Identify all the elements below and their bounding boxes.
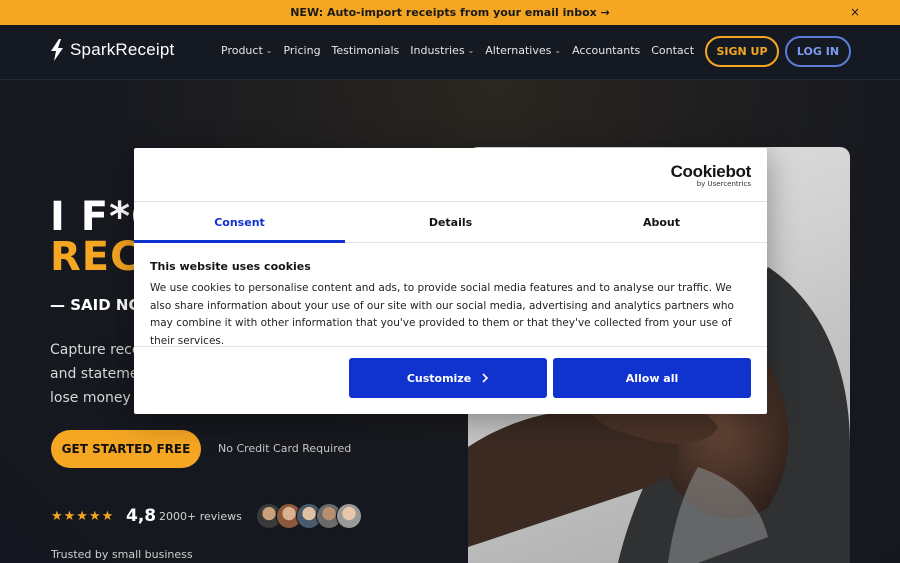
bolt-icon (51, 39, 63, 61)
cookie-title: This website uses cookies (150, 260, 311, 273)
rating-value: 4,8 (126, 506, 157, 526)
main-nav: Product ⌄ Pricing Testimonials Industries… (221, 44, 694, 57)
tab-consent[interactable]: Consent (134, 202, 345, 243)
get-started-button[interactable]: GET STARTED FREE (51, 430, 201, 468)
nav-item-industries[interactable]: Industries ⌄ (410, 44, 474, 57)
nav-item-accountants[interactable]: Accountants (572, 44, 640, 57)
reviewer-avatars (256, 503, 362, 529)
hero-said: — SAID NO (50, 296, 142, 314)
reviews-count: 2000+ reviews (159, 510, 242, 523)
signup-button[interactable]: SIGN UP (705, 36, 779, 67)
chevron-down-icon: ⌄ (554, 46, 562, 55)
customize-button[interactable]: Customize (349, 358, 547, 398)
nav-item-alternatives[interactable]: Alternatives ⌄ (485, 44, 561, 57)
cookie-tabs: Consent Details About (134, 201, 767, 243)
divider (134, 346, 767, 347)
hero-headline-line2: REC (50, 234, 141, 280)
login-button[interactable]: LOG IN (785, 36, 851, 67)
nav-item-product[interactable]: Product ⌄ (221, 44, 272, 57)
announcement-text[interactable]: NEW: Auto-import receipts from your emai… (290, 6, 610, 19)
brand-name: SparkReceipt (70, 40, 175, 59)
announcement-bar[interactable]: NEW: Auto-import receipts from your emai… (0, 0, 900, 25)
nav-item-testimonials[interactable]: Testimonials (332, 44, 400, 57)
allow-all-button[interactable]: Allow all (553, 358, 751, 398)
logo[interactable]: SparkReceipt (50, 39, 174, 61)
site-header: SparkReceipt Product ⌄ Pricing Testimonia… (0, 25, 900, 80)
chevron-down-icon: ⌄ (265, 46, 273, 55)
tab-details[interactable]: Details (345, 202, 556, 242)
chevron-right-icon (482, 373, 489, 383)
tab-about[interactable]: About (556, 202, 767, 242)
chevron-down-icon: ⌄ (467, 46, 475, 55)
close-icon[interactable]: × (850, 5, 860, 19)
nav-item-pricing[interactable]: Pricing (283, 44, 320, 57)
avatar (336, 503, 362, 529)
trusted-by-text: Trusted by small business (51, 548, 193, 561)
cookiebot-logo[interactable]: Cookiebot by Usercentrics (671, 162, 752, 188)
nav-item-contact[interactable]: Contact (651, 44, 694, 57)
cookie-description: We use cookies to personalise content an… (150, 282, 734, 347)
rating-stars-icon: ★★★★★ (51, 509, 115, 524)
cookie-consent-dialog: Cookiebot by Usercentrics Consent Detail… (134, 148, 767, 414)
no-credit-card-text: No Credit Card Required (218, 442, 352, 455)
